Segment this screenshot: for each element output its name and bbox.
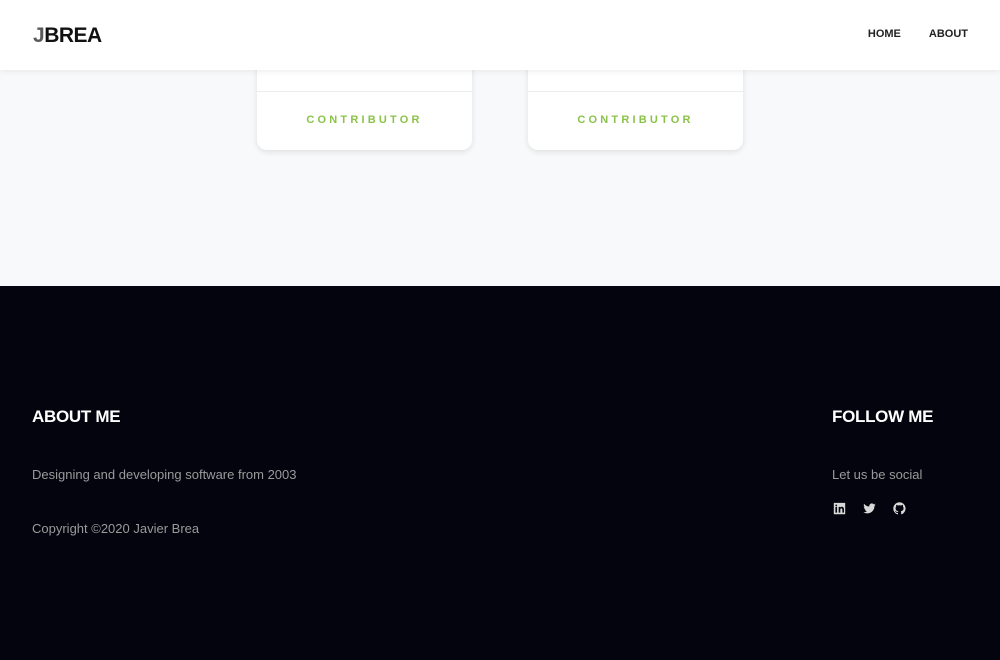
nav-link-about[interactable]: ABOUT	[929, 28, 968, 40]
social-links	[832, 501, 906, 515]
github-icon[interactable]	[892, 501, 906, 515]
navbar: JBREA HOME ABOUT	[0, 0, 1000, 70]
nav-links: HOME ABOUT	[868, 28, 968, 40]
card-role: CONTRIBUTOR	[306, 114, 423, 126]
follow-text: Let us be social	[832, 467, 923, 482]
about-text: Designing and developing software from 2…	[32, 467, 297, 482]
brand-name: BREA	[44, 24, 102, 47]
about-title: ABOUT ME	[32, 407, 121, 426]
follow-title: FOLLOW ME	[832, 407, 934, 426]
linkedin-icon[interactable]	[832, 501, 846, 515]
brand-logo[interactable]: JBREA	[33, 24, 102, 48]
brand-initial: J	[33, 24, 45, 47]
footer: ABOUT ME Designing and developing softwa…	[0, 286, 1000, 660]
card-divider	[528, 91, 743, 92]
card-role: CONTRIBUTOR	[577, 114, 694, 126]
card-divider	[257, 91, 472, 92]
copyright-text: Copyright ©2020 Javier Brea	[32, 521, 200, 536]
nav-link-home[interactable]: HOME	[868, 28, 901, 40]
twitter-icon[interactable]	[862, 501, 876, 515]
